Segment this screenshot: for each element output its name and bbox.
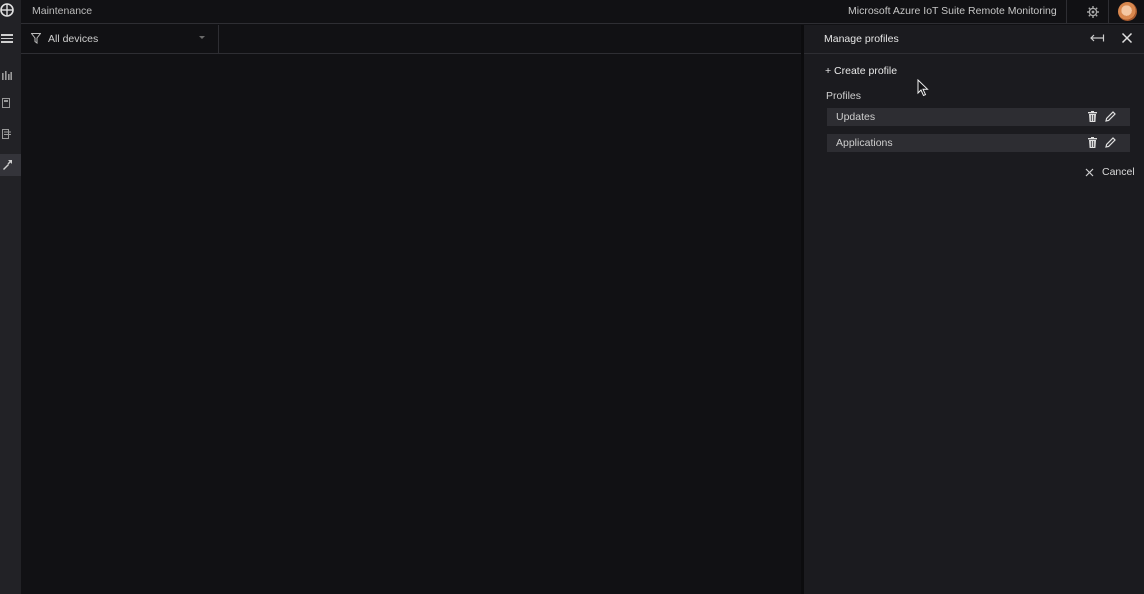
cancel-label: Cancel — [1102, 166, 1135, 178]
nav-devices[interactable] — [0, 93, 21, 115]
nav-maintenance[interactable] — [0, 154, 21, 176]
pencil-icon[interactable] — [1105, 111, 1116, 122]
filter-bar: All devices — [21, 25, 803, 54]
trash-icon[interactable] — [1088, 137, 1097, 148]
main-content — [21, 54, 801, 594]
profiles-label: Profiles — [826, 90, 862, 102]
nav-dashboard[interactable] — [0, 65, 21, 87]
gear-icon[interactable] — [1086, 5, 1100, 19]
funnel-icon — [31, 33, 41, 44]
chevron-down-icon — [199, 36, 205, 39]
product-name: Microsoft Azure IoT Suite Remote Monitor… — [848, 5, 1057, 17]
expand-arrow-icon[interactable] — [1090, 33, 1105, 43]
close-icon[interactable] — [1121, 32, 1133, 44]
manage-profiles-flyout: Manage profiles + Create profile Profile… — [801, 25, 1144, 594]
device-filter-dropdown[interactable]: All devices — [21, 25, 219, 53]
nav-rules[interactable] — [0, 124, 21, 146]
profile-name: Updates — [836, 111, 876, 123]
device-filter-value: All devices — [48, 33, 99, 45]
breadcrumb: Maintenance — [32, 5, 93, 17]
header-divider — [1108, 0, 1109, 24]
pencil-icon[interactable] — [1105, 137, 1116, 148]
close-icon — [1085, 168, 1094, 177]
profile-name: Applications — [836, 137, 893, 149]
create-profile-button[interactable]: + Create profile — [825, 65, 897, 77]
mouse-cursor-icon — [917, 79, 929, 97]
globe-logo-icon[interactable] — [0, 3, 14, 17]
trash-icon[interactable] — [1088, 111, 1097, 122]
avatar[interactable] — [1118, 2, 1137, 21]
rules-icon — [2, 129, 11, 139]
left-nav-rail — [0, 0, 21, 594]
flyout-header: Manage profiles — [804, 25, 1144, 54]
profile-row[interactable]: Updates — [827, 108, 1130, 126]
hamburger-menu-icon[interactable] — [1, 32, 13, 46]
maintenance-icon — [3, 160, 12, 170]
flyout-title: Manage profiles — [824, 33, 899, 45]
devices-icon — [2, 98, 10, 108]
top-header: Maintenance Microsoft Azure IoT Suite Re… — [21, 0, 1144, 24]
header-divider — [1066, 0, 1067, 24]
profile-row[interactable]: Applications — [827, 134, 1130, 152]
dashboard-icon — [2, 71, 12, 80]
